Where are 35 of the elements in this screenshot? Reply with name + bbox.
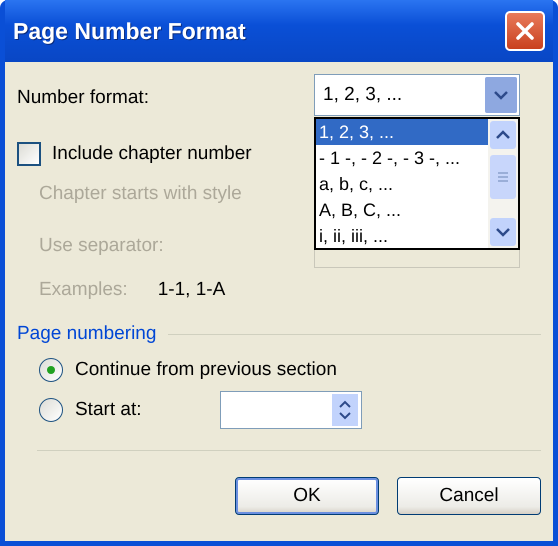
list-option[interactable]: - 1 -, - 2 -, - 3 -, ... [316, 145, 488, 171]
list-option[interactable]: 1, 2, 3, ... [316, 119, 488, 145]
radio-button[interactable] [39, 398, 63, 422]
spinner-buttons[interactable] [332, 394, 358, 426]
number-format-dropdown[interactable]: 1, 2, 3, ... [314, 74, 520, 116]
field-label: Number format: [17, 87, 149, 109]
window-title: Page Number Format [13, 18, 246, 44]
grip-icon [497, 172, 509, 182]
scroll-thumb[interactable] [490, 155, 516, 199]
chevron-up-icon [495, 129, 511, 141]
examples-label: Examples: [39, 279, 128, 301]
scroll-down-button[interactable] [490, 218, 516, 246]
scroll-up-button[interactable] [490, 121, 516, 149]
start-at-field[interactable] [220, 391, 362, 429]
dropdown-button[interactable] [485, 77, 517, 113]
radio-label: Continue from previous section [75, 359, 337, 381]
examples-value: 1-1, 1-A [158, 279, 226, 301]
list-option[interactable]: i, ii, iii, ... [316, 223, 488, 248]
list-option[interactable]: a, b, c, ... [316, 171, 488, 197]
up-down-arrows-icon [338, 399, 352, 421]
close-icon [514, 20, 536, 42]
radio-label: Start at: [75, 399, 142, 421]
radio-button[interactable] [39, 358, 63, 382]
cancel-button[interactable]: Cancel [397, 477, 541, 515]
field-label: Use separator: [39, 234, 164, 258]
ok-button[interactable]: OK [235, 477, 379, 515]
close-button[interactable] [505, 11, 545, 51]
chevron-down-icon [495, 226, 511, 238]
group-title: Page numbering [17, 323, 156, 345]
field-label: Chapter starts with style [39, 182, 242, 206]
scrollbar[interactable] [488, 119, 518, 248]
checkbox[interactable] [17, 142, 41, 166]
list-option[interactable]: A, B, C, ... [316, 197, 488, 223]
chevron-down-icon [493, 89, 509, 101]
checkbox-label: Include chapter number [52, 143, 252, 165]
